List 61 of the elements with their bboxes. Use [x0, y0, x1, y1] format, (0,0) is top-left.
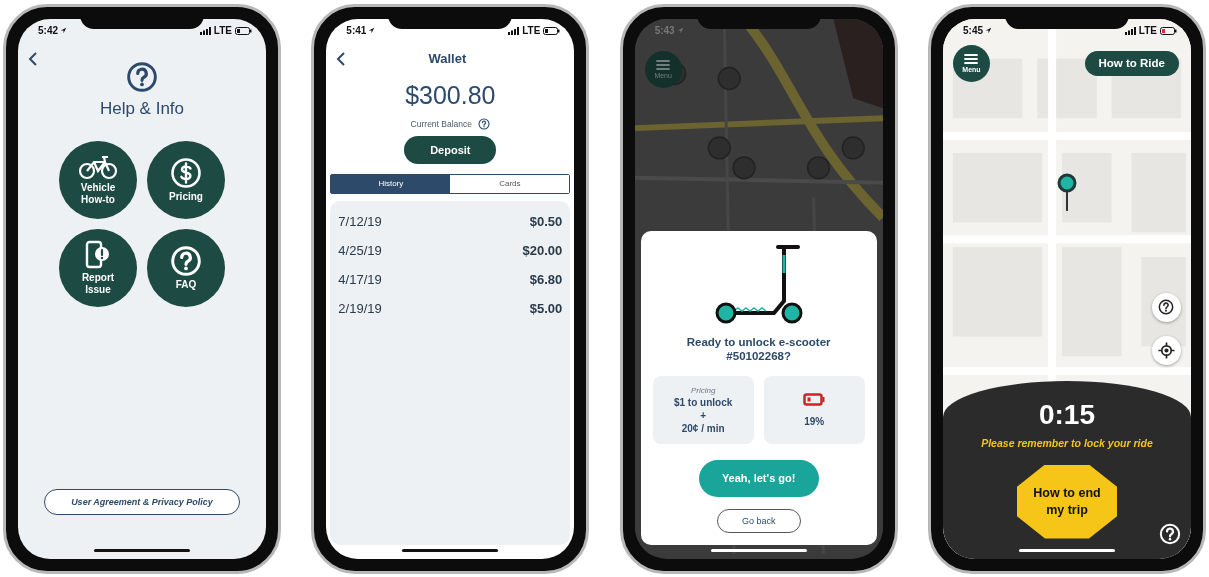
location-arrow-icon: [368, 27, 376, 34]
status-time: 5:45: [963, 25, 983, 36]
policy-button[interactable]: User Agreement & Privacy Policy: [44, 488, 240, 515]
battery-icon: [803, 392, 826, 406]
help-icon: [1158, 299, 1175, 315]
battery-percent: 19%: [804, 415, 825, 427]
transaction-date: 4/17/19: [338, 271, 382, 287]
carrier-label: LTE: [213, 25, 232, 36]
transaction-amount: $5.00: [529, 300, 563, 316]
pricing-title: Pricing: [690, 385, 716, 395]
unlock-prompt: Ready to unlock e-scooter #50102268?: [685, 334, 832, 364]
carrier-label: LTE: [1138, 25, 1157, 36]
transaction-date: 4/25/19: [338, 242, 382, 258]
location-arrow-icon: [676, 27, 684, 34]
trip-timer: 0:15: [1038, 398, 1095, 431]
bicycle-icon: [78, 154, 118, 180]
pricing-line: 20¢ / min: [681, 422, 725, 434]
deposit-button[interactable]: Deposit: [404, 135, 497, 164]
transaction-date: 2/19/19: [338, 300, 382, 316]
tab[interactable]: History: [331, 174, 451, 193]
end-trip-button[interactable]: How to end my trip: [1017, 464, 1117, 539]
signal-icon: [508, 26, 520, 35]
dollar-icon: [170, 156, 202, 189]
help-icon: [1159, 522, 1181, 545]
pricing-line: $1 to unlock: [673, 396, 733, 408]
battery-icon: [235, 26, 252, 35]
signal-icon: [1124, 26, 1136, 35]
lock-reminder: Please remember to lock your ride: [981, 436, 1153, 449]
balance-label: Current Balance: [410, 118, 473, 129]
help-icon: [126, 60, 158, 93]
help-tile[interactable]: FAQ: [147, 228, 225, 307]
help-tile[interactable]: Report Issue: [59, 228, 137, 307]
pricing-line: +: [700, 409, 707, 421]
back-icon[interactable]: [336, 50, 347, 67]
locate-icon: [1158, 341, 1175, 359]
transaction-amount: $0.50: [529, 213, 563, 229]
back-icon[interactable]: [28, 50, 38, 67]
transaction-amount: $20.00: [522, 242, 563, 258]
go-back-button[interactable]: Go back: [716, 508, 801, 533]
location-arrow-icon: [60, 27, 67, 34]
status-time: 5:42: [38, 25, 58, 36]
help-tile[interactable]: Vehicle How-to: [59, 140, 137, 219]
screen-title: Help & Info: [99, 98, 185, 119]
question-icon: [170, 244, 202, 277]
help-icon: [478, 117, 491, 130]
menu-icon: [964, 53, 979, 64]
transaction-date: 7/12/19: [338, 213, 382, 229]
map-pin-icon: [1057, 172, 1077, 213]
screen-title: Wallet: [427, 51, 468, 66]
help-tile[interactable]: Pricing: [147, 140, 225, 219]
battery-icon: [1160, 26, 1177, 35]
transaction-amount: $6.80: [529, 271, 563, 287]
battery-icon: [543, 26, 561, 35]
status-time: 5:43: [654, 25, 675, 36]
menu-icon: [656, 59, 671, 70]
signal-icon: [199, 26, 211, 35]
balance-amount: $300.80: [405, 80, 496, 110]
phone-alert-icon: [84, 240, 112, 270]
carrier-label: LTE: [522, 25, 541, 36]
status-time: 5:41: [346, 25, 367, 36]
location-arrow-icon: [985, 27, 992, 34]
